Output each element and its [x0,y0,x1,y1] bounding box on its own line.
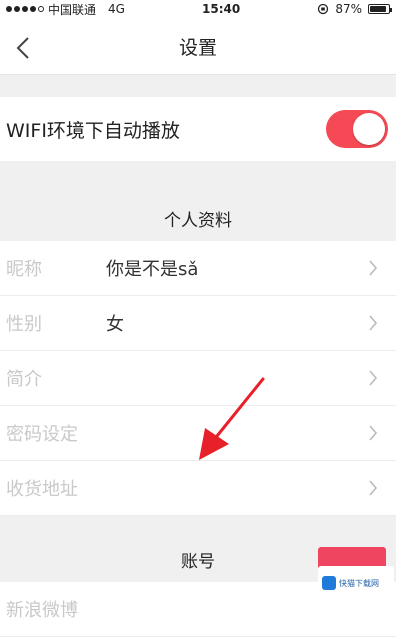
battery-fill [369,6,386,12]
row-value: 女 [106,314,124,335]
profile-row-gender[interactable]: 性别 女 [0,296,396,351]
nav-bar: 设置 [0,18,396,75]
profile-list: 昵称 你是不是sǎ 性别 女 简介 密码设定 收货地址 [0,241,396,516]
battery-percent: 87% [335,2,362,16]
battery-icon [367,4,392,14]
watermark-logo-icon [322,576,336,590]
chevron-right-icon [369,260,378,276]
watermark-text: 快猫下载网 [339,578,379,588]
toggle-knob [353,113,385,145]
network-label: 4G [108,2,125,16]
section-title-account: 账号 [181,552,215,572]
back-icon[interactable] [14,36,34,60]
profile-row-password[interactable]: 密码设定 [0,406,396,461]
chevron-right-icon [369,315,378,331]
page-title: 设置 [178,36,217,59]
chevron-right-icon [369,370,378,386]
wifi-autoplay-row: WIFI环境下自动播放 [0,97,396,161]
profile-row-address[interactable]: 收货地址 [0,461,396,516]
row-label: 性别 [6,314,42,335]
chevron-right-icon [369,480,378,496]
profile-row-nickname[interactable]: 昵称 你是不是sǎ [0,241,396,296]
chevron-right-icon [369,425,378,441]
signal-icon [6,6,44,12]
orientation-lock-icon [318,3,329,15]
wifi-autoplay-label: WIFI环境下自动播放 [6,119,180,142]
row-label: 密码设定 [6,424,78,445]
spacer [0,75,396,97]
section-header-profile: 个人资料 [0,161,396,241]
row-label: 简介 [6,369,42,390]
section-title-profile: 个人资料 [164,211,232,231]
wifi-autoplay-toggle[interactable] [326,110,388,148]
status-bar: 中国联通 4G 15:40 87% [0,0,396,18]
status-right: 87% [317,2,392,16]
watermark-badge: 快猫下载网 [318,566,394,600]
row-value: 你是不是sǎ [106,259,199,280]
status-time: 15:40 [202,2,241,16]
carrier-label: 中国联通 [48,2,97,17]
row-label: 收货地址 [6,479,78,500]
row-label: 新浪微博 [6,600,78,621]
status-left: 中国联通 4G [6,1,125,18]
profile-row-bio[interactable]: 简介 [0,351,396,406]
row-label: 昵称 [6,259,42,280]
